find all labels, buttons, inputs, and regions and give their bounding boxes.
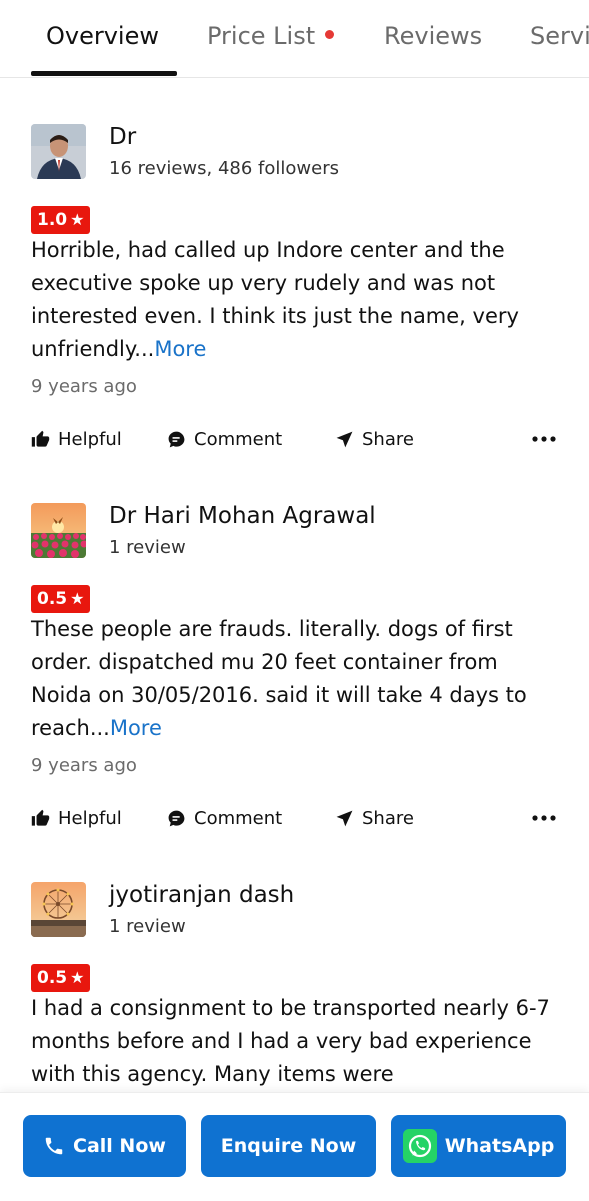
helpful-button[interactable]: Helpful — [31, 808, 122, 829]
tab-reviews[interactable]: Reviews — [384, 22, 482, 50]
avatar[interactable] — [31, 503, 86, 558]
star-icon: ★ — [70, 968, 85, 987]
comment-button[interactable]: Comment — [167, 429, 282, 450]
more-options-icon[interactable] — [532, 435, 556, 443]
rating-badge: 0.5 ★ — [31, 585, 91, 613]
share-label: Share — [362, 808, 414, 829]
whatsapp-button[interactable]: WhatsApp — [391, 1115, 566, 1177]
bottom-action-bar: Call Now Enquire Now WhatsApp — [0, 1092, 589, 1201]
review-actions: Helpful Comment Share — [0, 808, 589, 838]
review-body: Horrible, had called up Indore center an… — [31, 238, 519, 361]
star-icon: ★ — [70, 589, 85, 608]
enquire-now-button[interactable]: Enquire Now — [201, 1115, 376, 1177]
rating-value: 1.0 — [37, 210, 68, 230]
avatar[interactable] — [31, 124, 86, 179]
comment-icon — [168, 810, 185, 827]
review-body: I had a consignment to be transported ne… — [31, 996, 550, 1086]
helpful-button[interactable]: Helpful — [31, 429, 122, 450]
share-button[interactable]: Share — [335, 429, 414, 450]
helpful-label: Helpful — [58, 808, 122, 829]
call-now-button[interactable]: Call Now — [23, 1115, 186, 1177]
share-icon — [336, 810, 353, 827]
tab-bar: Overview Price List Reviews Servi — [0, 0, 589, 78]
comment-label: Comment — [194, 808, 283, 829]
whatsapp-icon — [402, 1129, 437, 1163]
review-time: 9 years ago — [31, 376, 137, 397]
rating-badge: 0.5 ★ — [31, 964, 91, 992]
rating-value: 0.5 — [37, 589, 68, 609]
tab-label: Overview — [46, 22, 159, 50]
tab-services[interactable]: Servi — [530, 22, 589, 50]
review-text: Horrible, had called up Indore center an… — [31, 234, 561, 366]
tab-label: Servi — [530, 22, 589, 50]
enquire-now-label: Enquire Now — [220, 1135, 357, 1157]
tab-label: Reviews — [384, 22, 483, 50]
active-tab-indicator — [31, 71, 177, 76]
review-text: These people are frauds. literally. dogs… — [31, 613, 561, 745]
helpful-label: Helpful — [58, 429, 122, 450]
tab-overview[interactable]: Overview — [46, 22, 159, 50]
reviewer-stats: 1 review — [109, 537, 186, 558]
whatsapp-label: WhatsApp — [444, 1135, 555, 1157]
review-body: These people are frauds. literally. dogs… — [31, 617, 527, 740]
review-time: 9 years ago — [31, 755, 137, 776]
share-icon — [336, 431, 353, 448]
comment-icon — [168, 431, 185, 448]
review-text: I had a consignment to be transported ne… — [31, 992, 561, 1091]
reviewer-name[interactable]: jyotiranjan dash — [109, 882, 294, 908]
share-button[interactable]: Share — [335, 808, 414, 829]
notification-dot — [325, 29, 335, 39]
reviewer-name[interactable]: Dr Hari Mohan Agrawal — [109, 503, 376, 529]
thumbs-up-icon — [31, 809, 50, 826]
thumbs-up-icon — [31, 430, 50, 447]
rating-value: 0.5 — [37, 968, 68, 988]
reviewer-stats: 16 reviews, 486 followers — [109, 158, 339, 179]
comment-button[interactable]: Comment — [167, 808, 282, 829]
tab-price-list[interactable]: Price List — [207, 22, 335, 50]
more-link[interactable]: More — [110, 716, 162, 740]
phone-icon — [45, 1137, 63, 1155]
review-actions: Helpful Comment Share — [0, 429, 589, 459]
more-options-icon[interactable] — [532, 814, 556, 822]
reviewer-stats: 1 review — [109, 916, 186, 937]
rating-badge: 1.0 ★ — [31, 206, 91, 234]
call-now-label: Call Now — [73, 1135, 166, 1157]
comment-label: Comment — [194, 429, 283, 450]
avatar[interactable] — [31, 882, 86, 937]
tab-label: Price List — [207, 22, 316, 50]
reviewer-name[interactable]: Dr — [109, 124, 136, 150]
more-link[interactable]: More — [154, 337, 206, 361]
star-icon: ★ — [70, 210, 85, 229]
share-label: Share — [362, 429, 414, 450]
